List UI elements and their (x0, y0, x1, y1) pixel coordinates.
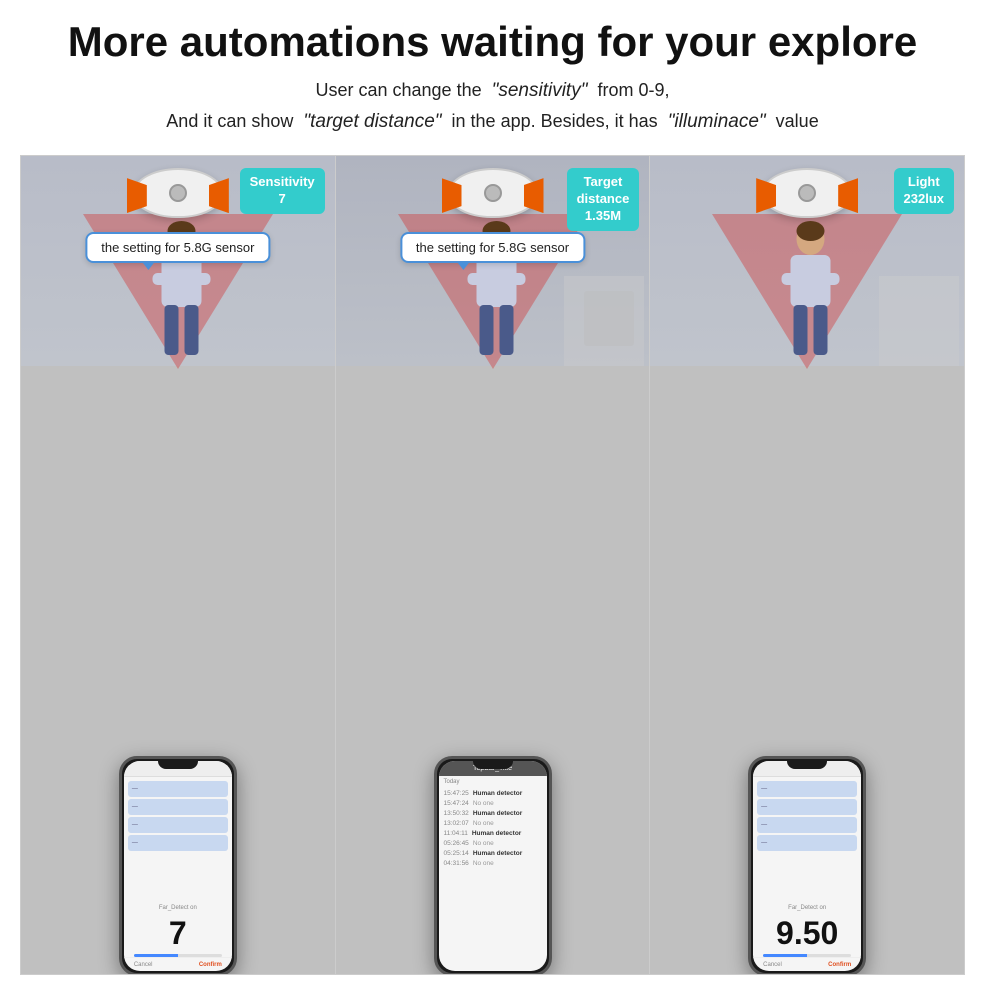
far-detect-label-3: Far_Detect on (753, 902, 861, 911)
page: More automations waiting for your explor… (0, 0, 985, 985)
phone3-row4[interactable]: — (757, 835, 857, 851)
phone-2: TopBar_Title Today 15:47:25Human detecto… (434, 756, 552, 974)
phone1-row3[interactable]: — (128, 817, 228, 833)
phone2-log: 15:47:25Human detector 15:47:24No one 13:5… (439, 788, 547, 971)
subtitle-quoted2: "target distance" (303, 111, 441, 132)
panels-row: the setting for 5.8G sensor (20, 155, 965, 975)
panel-sensitivity: the setting for 5.8G sensor (21, 156, 336, 974)
phone3-big-value: 9.50 (753, 915, 861, 952)
log-entry: 13:02:07No one (444, 820, 542, 827)
phone1-row2[interactable]: — (128, 799, 228, 815)
phone3-row2[interactable]: — (757, 799, 857, 815)
phone-zone-2: TopBar_Title Today 15:47:25Human detecto… (336, 366, 650, 974)
phone1-row1[interactable]: — (128, 781, 228, 797)
subtitle-mid2: in the app. Besides, it has (452, 111, 658, 131)
phone1-cancel[interactable]: Cancel (134, 962, 153, 968)
phone-3: — — — — Far_Detect on 9.50 Cancel (748, 756, 866, 974)
subtitle: User can change the "sensitivity" from 0… (166, 76, 818, 137)
log-entry: 13:50:32Human detector (444, 810, 542, 817)
phone1-confirm[interactable]: Confirm (199, 962, 222, 968)
tooltip-sensitivity: the setting for 5.8G sensor (85, 232, 270, 263)
phone-zone-3: — — — — Far_Detect on 9.50 Cancel (650, 366, 964, 974)
badge-light: Light 232lux (894, 168, 954, 214)
subtitle-quoted3: "illuminace" (668, 111, 766, 132)
person-figure-3 (776, 221, 846, 361)
phone3-confirm[interactable]: Confirm (828, 962, 851, 968)
phone3-row1[interactable]: — (757, 781, 857, 797)
badge-sensitivity: Sensitivity 7 (240, 168, 325, 214)
phone1-big-value: 7 (124, 915, 232, 952)
page-title: More automations waiting for your explor… (68, 18, 917, 66)
phone-zone-1: — — — — Far_Detect on 7 Cancel (21, 366, 335, 974)
phone3-row3[interactable]: — (757, 817, 857, 833)
subtitle-line1: User can change the (315, 80, 481, 100)
panel-target: the setting for 5.8G sensor (336, 156, 651, 974)
far-detect-label-1: Far_Detect on (124, 902, 232, 911)
log-entry: 11:04:11Human detector (444, 830, 542, 837)
subtitle-quoted1: "sensitivity" (492, 80, 588, 101)
subtitle-end: value (776, 111, 819, 131)
tooltip-target: the setting for 5.8G sensor (400, 232, 585, 263)
phone-1: — — — — Far_Detect on 7 Cancel (119, 756, 237, 974)
subtitle-line2: And it can show (166, 111, 293, 131)
badge-target: Target distance 1.35M (567, 168, 640, 231)
phone1-row4[interactable]: — (128, 835, 228, 851)
panel-light: Light 232lux — — (650, 156, 964, 974)
phone2-today: Today (439, 776, 547, 788)
log-entry: 04:31:56No one (444, 860, 542, 867)
phone1-footer: Cancel Confirm (124, 957, 232, 971)
log-entry: 15:47:25Human detector (444, 790, 542, 797)
log-entry: 05:25:14Human detector (444, 850, 542, 857)
log-entry: 05:26:45No one (444, 840, 542, 847)
subtitle-mid1: from 0-9, (597, 80, 669, 100)
phone3-footer: Cancel Confirm (753, 957, 861, 971)
log-entry: 15:47:24No one (444, 800, 542, 807)
phone3-cancel[interactable]: Cancel (763, 962, 782, 968)
